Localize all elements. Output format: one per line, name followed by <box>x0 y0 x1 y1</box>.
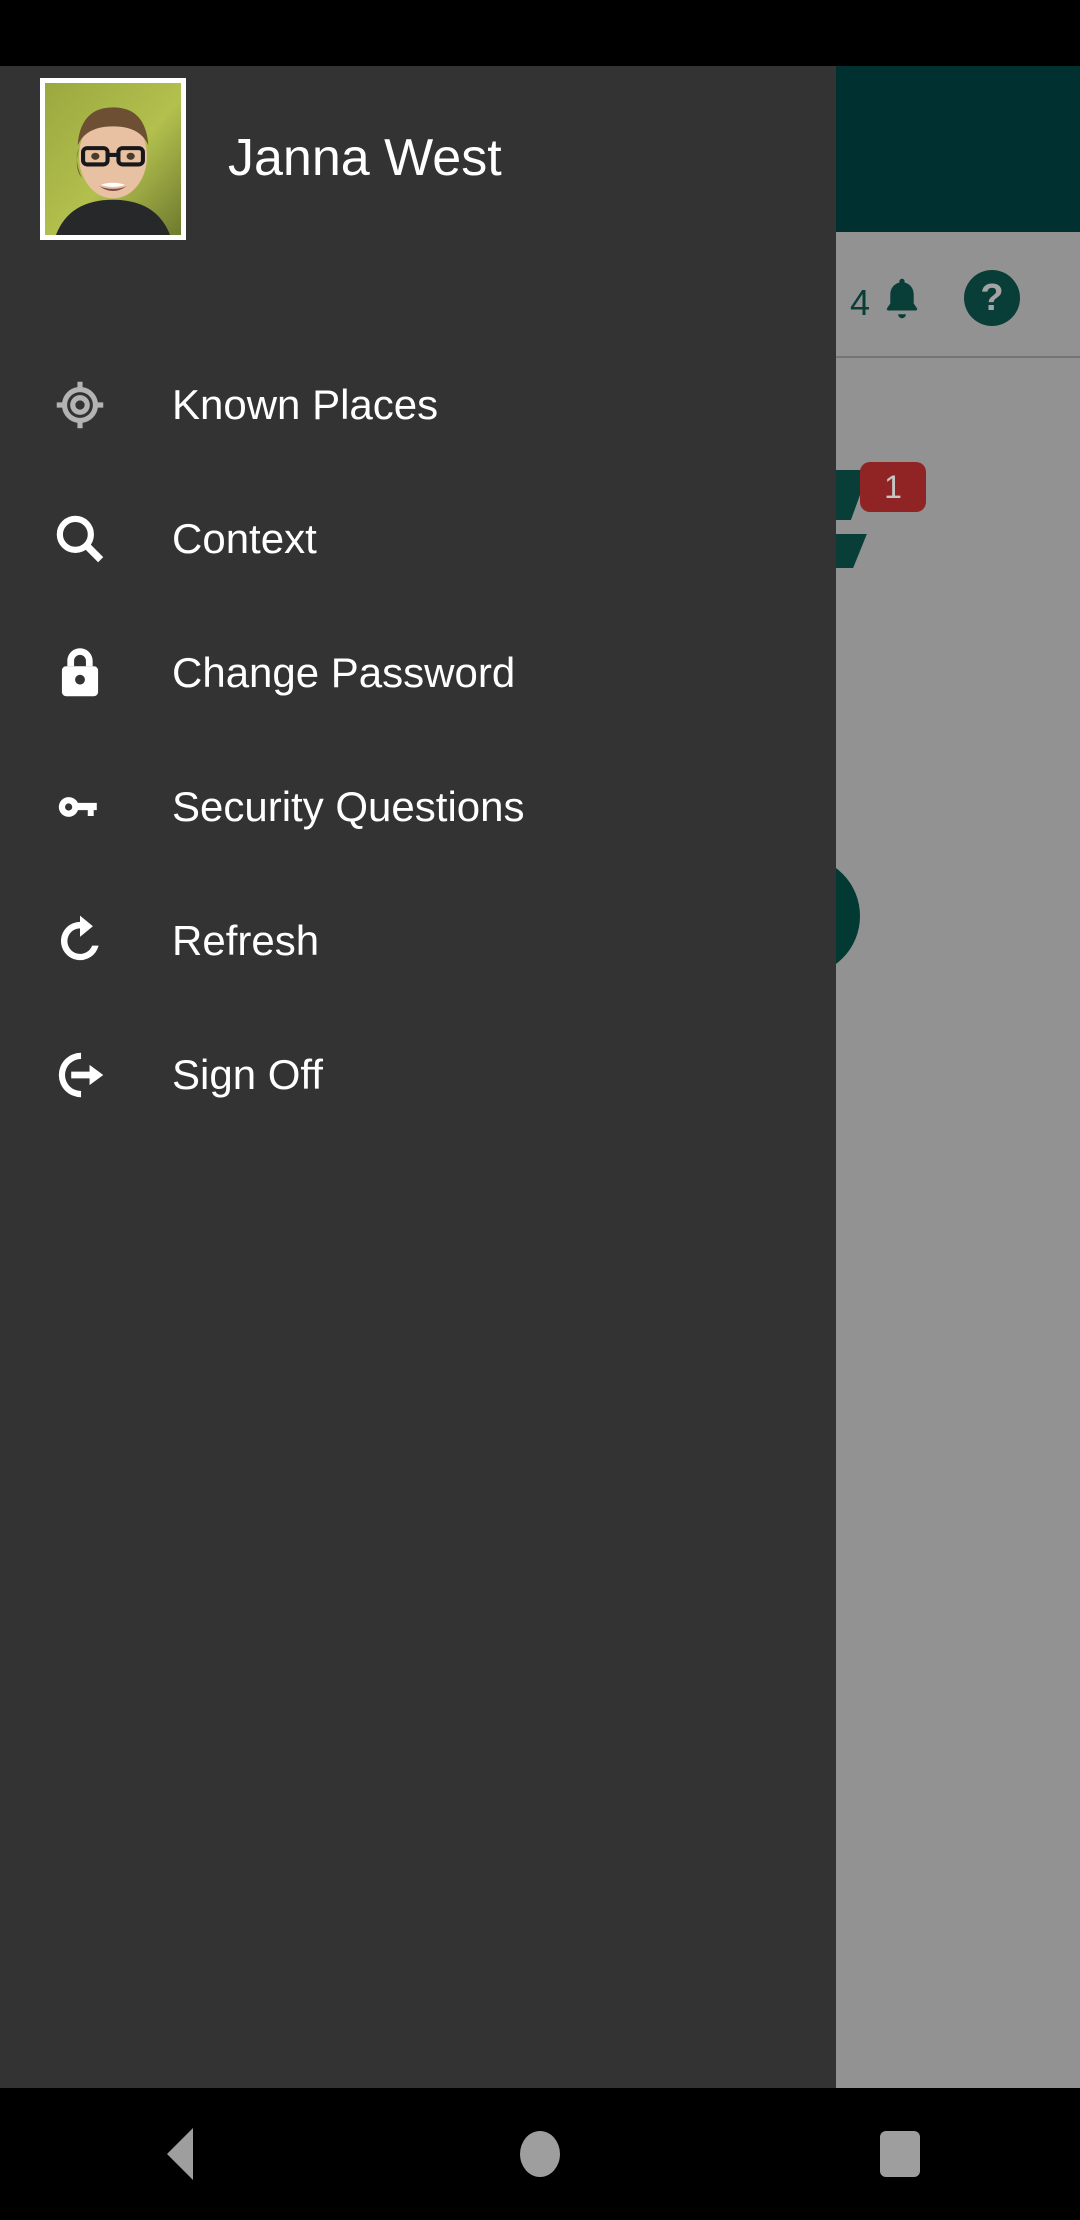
avatar[interactable] <box>40 78 186 240</box>
nav-back-button[interactable] <box>0 2088 360 2220</box>
drawer-item-sign-off[interactable]: Sign Off <box>0 1008 836 1142</box>
logout-icon <box>32 1044 128 1106</box>
system-nav-bar <box>0 2088 1080 2220</box>
home-circle-icon <box>520 2131 560 2177</box>
nav-recents-button[interactable] <box>720 2088 1080 2220</box>
search-icon <box>32 508 128 570</box>
status-bar <box>0 0 1080 66</box>
key-icon <box>32 776 128 838</box>
phone-screen: 4 ? 1 f s s <box>0 0 1080 2220</box>
drawer-item-context[interactable]: Context <box>0 472 836 606</box>
nav-home-button[interactable] <box>360 2088 720 2220</box>
drawer-item-security-questions[interactable]: Security Questions <box>0 740 836 874</box>
drawer-item-known-places[interactable]: Known Places <box>0 338 836 472</box>
navigation-drawer: Janna West Known Places Context Change P… <box>0 66 836 2088</box>
lock-icon <box>32 642 128 704</box>
refresh-icon <box>32 910 128 972</box>
drawer-item-refresh[interactable]: Refresh <box>0 874 836 1008</box>
drawer-item-change-password[interactable]: Change Password <box>0 606 836 740</box>
drawer-item-label: Refresh <box>172 917 320 964</box>
back-triangle-icon <box>167 2128 193 2180</box>
user-name: Janna West <box>228 129 502 187</box>
my-location-icon <box>32 374 128 436</box>
drawer-item-label: Change Password <box>172 649 516 696</box>
recents-square-icon <box>880 2131 920 2177</box>
drawer-item-label: Sign Off <box>172 1051 323 1098</box>
drawer-menu: Known Places Context Change Password Sec… <box>0 338 836 1142</box>
drawer-header: Janna West <box>0 66 836 246</box>
drawer-item-label: Security Questions <box>172 783 525 830</box>
drawer-item-label: Context <box>172 515 317 562</box>
drawer-item-label: Known Places <box>172 381 439 428</box>
